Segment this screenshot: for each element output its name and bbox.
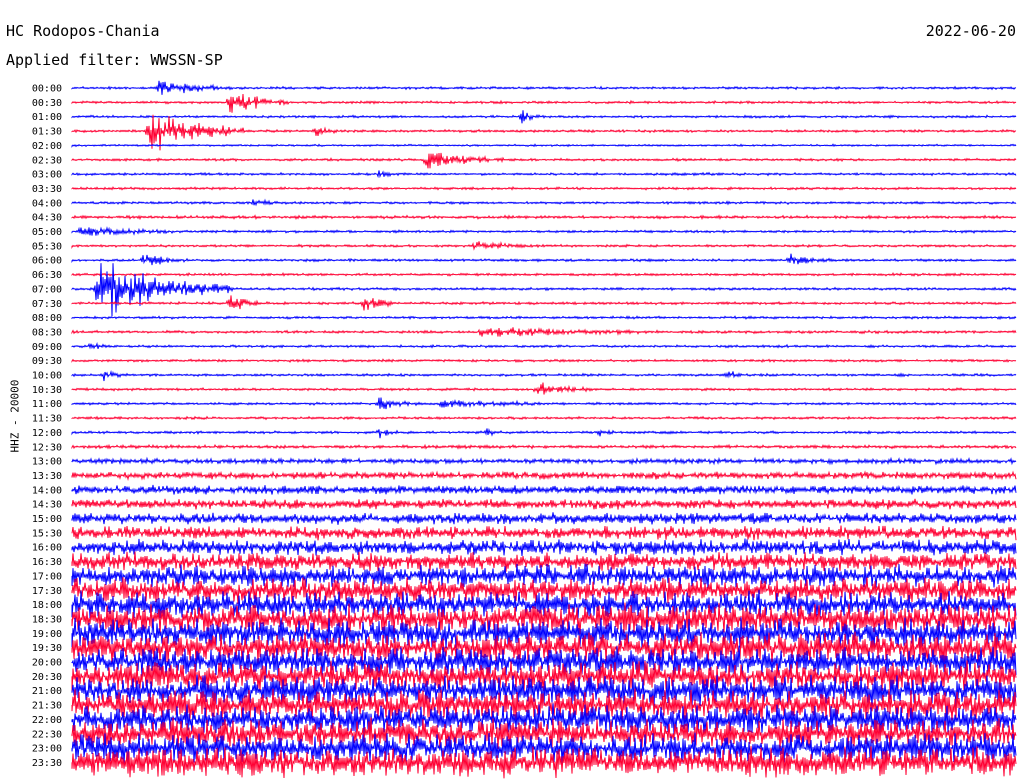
time-label: 11:30: [32, 414, 62, 425]
trace-0200: [71, 143, 1017, 148]
time-label: 07:00: [32, 284, 62, 295]
time-label: 14:00: [32, 485, 62, 496]
trace-0730: [71, 295, 1017, 311]
trace-0800: [71, 315, 1017, 321]
time-label: 02:30: [32, 155, 62, 166]
time-label: 11:00: [32, 399, 62, 410]
time-label: 03:30: [32, 184, 62, 195]
time-label: 18:00: [32, 600, 62, 611]
time-label: 08:30: [32, 327, 62, 338]
time-label: 05:30: [32, 241, 62, 252]
time-label: 09:30: [32, 356, 62, 367]
trace-0100: [71, 110, 1017, 124]
trace-0900: [71, 341, 1017, 350]
time-label: 16:00: [32, 543, 62, 554]
time-label: 20:30: [32, 672, 62, 683]
time-label: 18:30: [32, 614, 62, 625]
time-label: 08:00: [32, 313, 62, 324]
time-label: 20:00: [32, 658, 62, 669]
trace-1430: [71, 498, 1017, 510]
trace-0830: [71, 326, 1017, 337]
time-label: 15:00: [32, 514, 62, 525]
time-label: 01:00: [32, 112, 62, 123]
trace-0700: [71, 263, 1017, 317]
time-label: 17:30: [32, 586, 62, 597]
trace-1330: [71, 470, 1017, 481]
time-label: 12:30: [32, 442, 62, 453]
time-label: 13:30: [32, 471, 62, 482]
time-label: 19:30: [32, 643, 62, 654]
time-label: 15:30: [32, 528, 62, 539]
time-label: 04:00: [32, 198, 62, 209]
trace-1230: [71, 443, 1017, 450]
time-label: 06:00: [32, 256, 62, 267]
time-label: 17:00: [32, 571, 62, 582]
trace-0430: [71, 214, 1017, 221]
trace-0400: [71, 198, 1017, 207]
time-label: 06:30: [32, 270, 62, 281]
time-label: 01:30: [32, 127, 62, 138]
trace-0600: [71, 253, 1017, 266]
trace-0500: [71, 226, 1017, 236]
time-label: 07:30: [32, 299, 62, 310]
time-label: 00:30: [32, 98, 62, 109]
time-label: 14:30: [32, 500, 62, 511]
trace-0030: [71, 93, 1017, 113]
trace-1200: [71, 428, 1017, 439]
seismogram-plot: 00:00 00:30 01:00 01:30 02:00 02:30 03:00 03:30…: [32, 80, 1017, 779]
trace-1130: [71, 415, 1017, 421]
time-label: 21:00: [32, 686, 62, 697]
time-label: 03:00: [32, 170, 62, 181]
time-label: 19:00: [32, 629, 62, 640]
trace-0530: [71, 240, 1017, 251]
time-label: 05:00: [32, 227, 62, 238]
time-label: 04:30: [32, 213, 62, 224]
trace-0300: [71, 170, 1017, 179]
time-label: 23:30: [32, 758, 62, 769]
trace-0630: [71, 272, 1017, 277]
trace-1400: [71, 484, 1017, 496]
time-label: 09:00: [32, 342, 62, 353]
time-label: 13:00: [32, 457, 62, 468]
trace-0230: [71, 152, 1017, 169]
time-label: 00:00: [32, 84, 62, 95]
trace-1300: [71, 456, 1017, 466]
trace-1100: [71, 397, 1017, 410]
trace-0930: [71, 358, 1017, 364]
trace-1530: [71, 525, 1017, 541]
time-label: 21:30: [32, 701, 62, 712]
time-label: 23:00: [32, 744, 62, 755]
trace-1630: [71, 551, 1017, 572]
time-label: 10:00: [32, 371, 62, 382]
time-label: 02:00: [32, 141, 62, 152]
time-label: 22:30: [32, 729, 62, 740]
trace-0330: [71, 185, 1017, 191]
trace-1030: [71, 382, 1017, 395]
time-label: 22:00: [32, 715, 62, 726]
trace-1000: [71, 369, 1017, 382]
trace-1600: [71, 538, 1017, 556]
trace-1500: [71, 512, 1017, 525]
trace-0000: [71, 80, 1017, 95]
time-label: 10:30: [32, 385, 62, 396]
time-label: 16:30: [32, 557, 62, 568]
time-label: 12:00: [32, 428, 62, 439]
helicorder-figure: HC Rodopos-Chania Applied filter: WWSSN-…: [0, 0, 1024, 780]
